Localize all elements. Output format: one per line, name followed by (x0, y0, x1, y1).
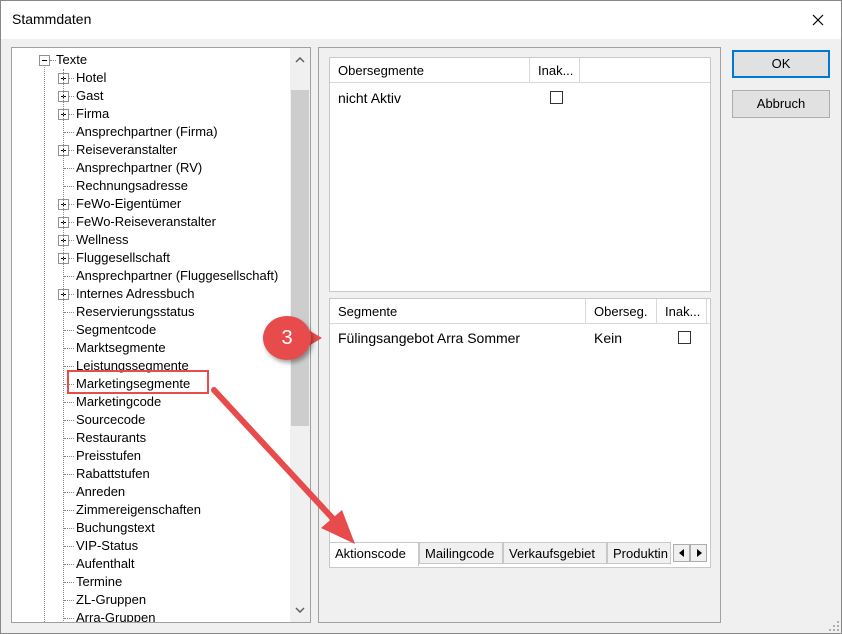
annotation-arrow-layer (211, 387, 355, 544)
resize-grip-icon[interactable] (828, 620, 840, 632)
red-arrow-icon (211, 387, 355, 544)
